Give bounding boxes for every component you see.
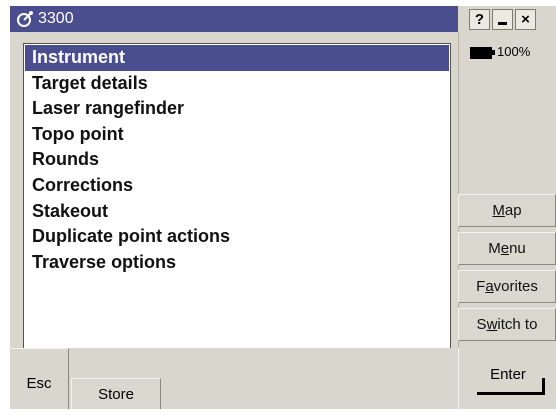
esc-button[interactable]: Esc [10, 348, 69, 409]
switch-label-rest: itch to [497, 316, 538, 333]
switch-label-start: S [476, 316, 487, 333]
map-hotkey: M [492, 202, 505, 219]
list-item-duplicate-point-actions[interactable]: Duplicate point actions [24, 224, 450, 250]
menu-list: Instrument Target details Laser rangefin… [23, 43, 451, 350]
favorites-hotkey: a [485, 278, 494, 295]
map-button[interactable]: Map [458, 194, 556, 227]
list-item-target-details[interactable]: Target details [24, 71, 450, 97]
favorites-label-start: F [476, 278, 486, 295]
satellite-dish-icon [16, 10, 34, 28]
list-item-laser-rangefinder[interactable]: Laser rangefinder [24, 96, 450, 122]
bottom-bar: Esc Store Enter [10, 348, 556, 409]
window-title: 3300 [38, 10, 74, 27]
battery-tip [492, 50, 495, 55]
minimize-button[interactable] [492, 9, 513, 30]
app-window: 3300 ? × Instrument Target details Laser… [10, 6, 556, 409]
list-item-traverse-options[interactable]: Traverse options [24, 250, 450, 276]
minimize-icon [498, 22, 507, 25]
enter-return-icon-stem [542, 378, 545, 395]
menu-button[interactable]: Menu [458, 232, 556, 265]
favorites-label-rest: vorites [493, 278, 538, 295]
help-button[interactable]: ? [469, 9, 490, 30]
list-item-instrument[interactable]: Instrument [25, 45, 449, 71]
list-item-rounds[interactable]: Rounds [24, 147, 450, 173]
enter-button[interactable]: Enter [458, 348, 556, 409]
list-item-topo-point[interactable]: Topo point [24, 122, 450, 148]
battery-level: 100% [497, 44, 531, 59]
map-label-rest: ap [504, 202, 522, 219]
switch-hotkey: w [486, 316, 498, 333]
favorites-button[interactable]: Favorites [458, 270, 556, 303]
battery-icon [470, 47, 492, 59]
esc-label: Esc [26, 375, 52, 392]
list-item-corrections[interactable]: Corrections [24, 173, 450, 199]
close-button[interactable]: × [515, 9, 536, 30]
enter-return-icon [477, 392, 545, 395]
title-divider [458, 6, 462, 32]
switch-to-button[interactable]: Switch to [458, 308, 556, 341]
store-button[interactable]: Store [71, 378, 161, 409]
title-bar: 3300 [10, 6, 458, 32]
menu-label-start: M [488, 240, 501, 257]
menu-hotkey: e [500, 240, 510, 257]
menu-label-rest: nu [509, 240, 526, 257]
list-item-stakeout[interactable]: Stakeout [24, 199, 450, 225]
